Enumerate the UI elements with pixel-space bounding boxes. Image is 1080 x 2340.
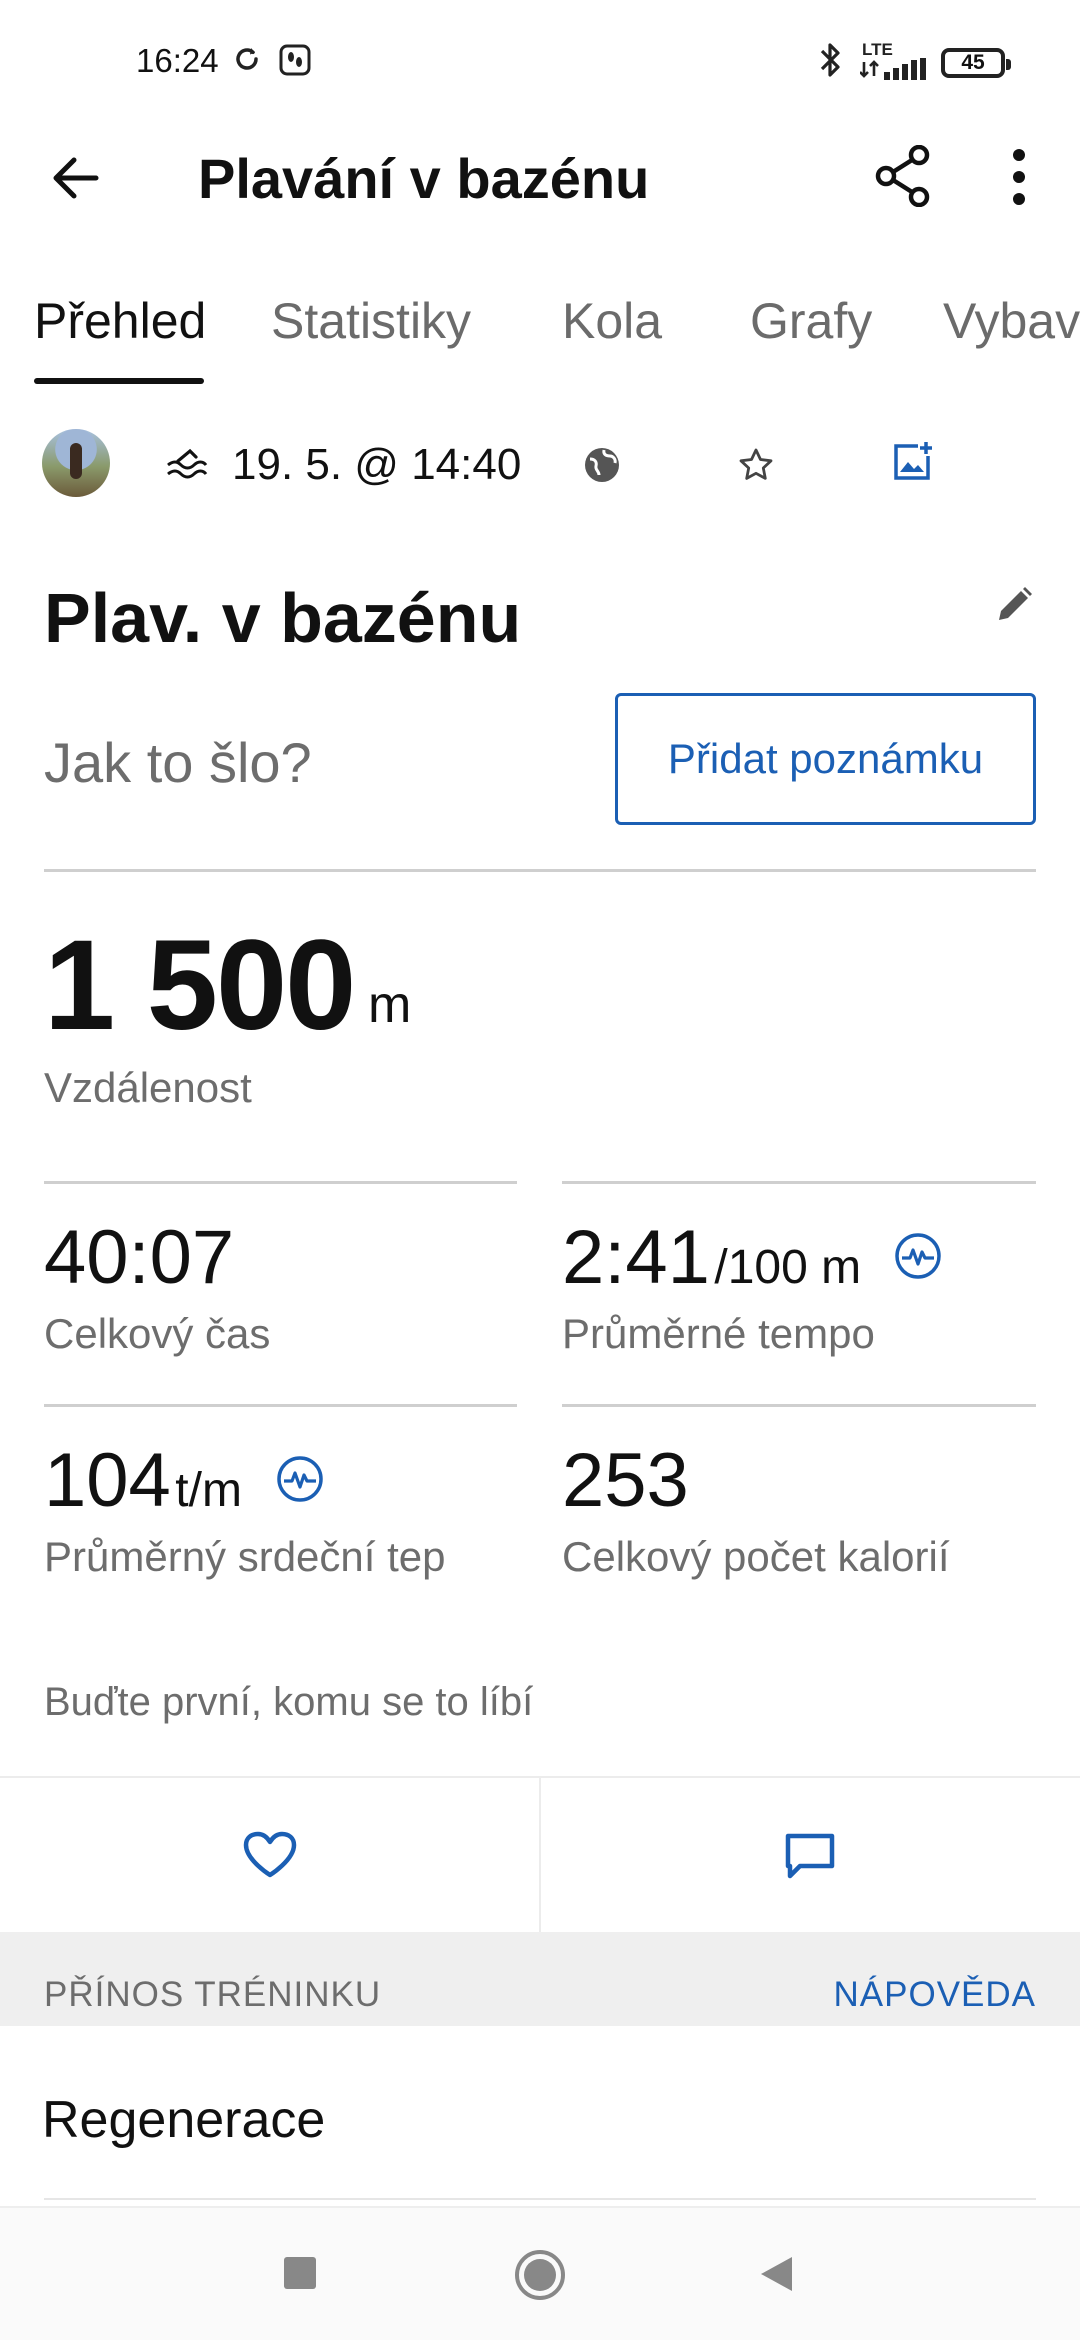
distance-value: 1 500 <box>44 914 356 1057</box>
bluetooth-icon <box>820 43 840 77</box>
favorite-star-icon[interactable] <box>737 446 775 484</box>
more-options-icon[interactable] <box>1008 148 1030 206</box>
likes-prompt: Buďte první, komu se to líbí <box>44 1680 534 1724</box>
add-note-button[interactable]: Přidat poznámku <box>615 693 1036 825</box>
stat-value: 2:41 <box>562 1215 710 1300</box>
tab-overview[interactable]: Přehled <box>34 292 206 350</box>
tab-gear[interactable]: Vybav <box>943 292 1080 350</box>
footsteps-app-icon <box>279 44 311 76</box>
heart-rate-sensor-icon <box>895 1233 941 1279</box>
network-type-label: LTE <box>862 40 893 59</box>
help-link[interactable]: NÁPOVĚDA <box>834 1975 1037 2015</box>
heart-rate-sensor-icon <box>277 1456 323 1502</box>
stat-value: 253 <box>562 1438 689 1523</box>
stat-label: Průměrné tempo <box>562 1310 875 1357</box>
add-photo-icon[interactable] <box>890 440 934 484</box>
page-title: Plavání v bazénu <box>198 147 650 210</box>
stat-total-time: 40:07 <box>44 1214 234 1301</box>
divider <box>44 869 1036 872</box>
note-prompt: Jak to šlo? <box>44 731 312 794</box>
divider <box>44 1181 517 1184</box>
battery-indicator: 45 <box>941 48 1011 78</box>
tab-charts[interactable]: Grafy <box>750 292 872 350</box>
activity-detail-screen: 16:24 LTE 45 Plavání v bazénu Přehled St… <box>0 0 1080 2340</box>
divider <box>562 1181 1036 1184</box>
signal-strength-icon <box>860 58 926 80</box>
tab-statistics[interactable]: Statistiky <box>271 292 471 350</box>
distance-label: Vzdálenost <box>44 1064 252 1111</box>
comment-icon[interactable] <box>784 1832 836 1880</box>
stat-label: Průměrný srdeční tep <box>44 1533 446 1580</box>
stat-average-pace: 2:41 /100 m <box>562 1214 861 1301</box>
training-effect-value: Regenerace <box>42 2091 326 2149</box>
avatar[interactable] <box>42 429 110 497</box>
battery-level: 45 <box>961 51 985 74</box>
activity-name: Plav. v bazénu <box>44 579 522 657</box>
divider <box>44 2198 1036 2200</box>
stat-average-heart-rate: 104 t/m <box>44 1437 242 1524</box>
edit-pencil-icon[interactable] <box>994 585 1034 625</box>
stat-unit: t/m <box>175 1464 242 1517</box>
section-title: PŘÍNOS TRÉNINKU <box>44 1975 382 2014</box>
swimming-icon <box>167 448 208 479</box>
divider <box>562 1404 1036 1407</box>
stat-label: Celkový počet kalorií <box>562 1533 950 1580</box>
back-button[interactable] <box>758 2255 794 2293</box>
tab-laps[interactable]: Kola <box>562 292 662 350</box>
active-tab-indicator <box>34 378 204 384</box>
activity-date: 19. 5. @ 14:40 <box>232 440 522 489</box>
like-heart-icon[interactable] <box>242 1830 298 1880</box>
stat-value: 104 <box>44 1438 171 1523</box>
stat-value: 40:07 <box>44 1215 235 1300</box>
share-icon[interactable] <box>874 145 932 207</box>
globe-privacy-icon[interactable] <box>582 445 622 485</box>
distance-unit: m <box>368 976 412 1034</box>
stat-unit: /100 m <box>714 1241 862 1294</box>
divider <box>539 1776 541 1932</box>
home-button[interactable] <box>513 2248 567 2302</box>
sync-icon <box>236 48 258 70</box>
recents-button[interactable] <box>284 2257 316 2289</box>
status-time: 16:24 <box>136 42 219 79</box>
stat-label: Celkový čas <box>44 1310 271 1357</box>
stat-total-calories: 253 <box>562 1437 689 1524</box>
back-arrow-icon[interactable] <box>46 148 106 208</box>
divider <box>44 1404 517 1407</box>
